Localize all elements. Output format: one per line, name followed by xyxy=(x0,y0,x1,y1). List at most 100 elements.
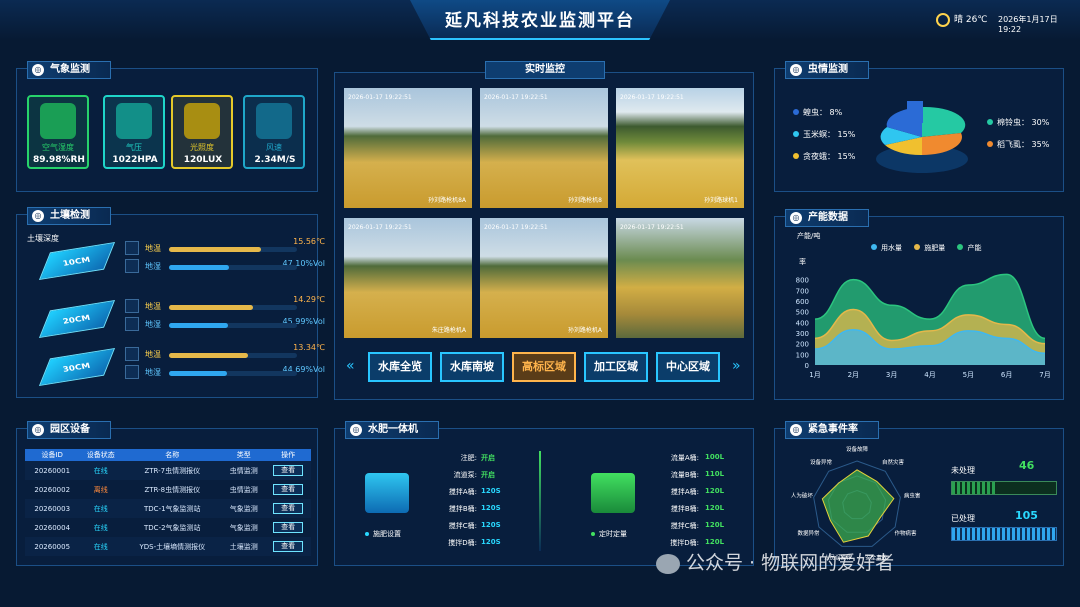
legend-item-yield: 产能 xyxy=(957,244,981,252)
col-name: 名称 xyxy=(122,449,223,461)
camera-4[interactable]: 2026-01-17 19:22:51 朱庄路枪机A xyxy=(344,218,472,338)
view-button[interactable]: 查看 xyxy=(273,503,304,514)
cell-status: 在线 xyxy=(93,542,108,551)
depth-30cm[interactable]: 30CM xyxy=(38,348,116,386)
flow-label: 搅拌D桶: xyxy=(670,539,699,547)
wind-card[interactable]: 风速 2.34M/S xyxy=(243,95,305,169)
cell-op: 查看 xyxy=(265,518,311,537)
flow-label: 搅拌A桶: xyxy=(670,488,699,496)
y-tick-label: 600 xyxy=(796,298,809,306)
pressure-value: 1022HPA xyxy=(112,155,158,165)
droplet-icon xyxy=(125,365,139,379)
control-label: 流道泵: xyxy=(453,471,477,479)
event-panel: ◎ 紧急事件率 设备故障 自然灾害 病虫害 作物病害 安全事故 人员误操作 数据异常 人为破坏设… xyxy=(774,421,1064,566)
flow-label: 流量B桶: xyxy=(670,471,699,479)
cell-name: ZTR-7虫情测报仪 xyxy=(144,466,201,475)
control-label: 搅拌D桶: xyxy=(448,539,477,547)
fert-setting-label[interactable]: 施肥设置 xyxy=(365,529,401,539)
temp-label: 地温 xyxy=(145,244,161,253)
radar-area xyxy=(821,469,895,543)
col-id: 设备ID xyxy=(25,449,80,461)
table-row: 20260002 离线 ZTR-8虫情测报仪 虫情监测 查看 xyxy=(25,480,311,499)
control-value: 120S xyxy=(481,521,501,529)
pest-item: 蝗虫： 8% xyxy=(793,107,842,118)
weather-panel: ◎ 气象监测 空气湿度 89.98%RH 气压 1022HPA 光照度 120LU… xyxy=(16,61,318,192)
cell-name: TDC-1气象监测站 xyxy=(144,504,201,513)
y-tick-label: 200 xyxy=(796,341,809,349)
camera-2[interactable]: 2026-01-17 19:22:51 孙刘路枪机8 xyxy=(480,88,608,208)
control-value: 开启 xyxy=(481,471,495,479)
x-tick-label: 7月 xyxy=(1039,371,1050,379)
view-button[interactable]: 查看 xyxy=(273,541,304,552)
light-card[interactable]: 光照度 120LUX xyxy=(171,95,233,169)
device-panel-title: ◎ 园区设备 xyxy=(27,421,111,439)
temp-bar xyxy=(169,353,297,358)
pest-panel: ◎ 虫情监测 蝗虫： 8% 玉米螟： 15% 贪夜蛾： 15% 棉铃虫： 30% … xyxy=(774,61,1064,192)
cell-status: 在线 xyxy=(93,504,108,513)
pressure-label: 气压 xyxy=(126,143,142,152)
pressure-card[interactable]: 气压 1022HPA xyxy=(103,95,165,169)
x-tick-label: 3月 xyxy=(886,371,897,379)
y-tick-label: 0 xyxy=(805,362,809,370)
cell-name: YDS-土壤墒情测报仪 xyxy=(139,542,206,551)
depth-10cm[interactable]: 10CM xyxy=(38,242,116,280)
x-tick-label: 6月 xyxy=(1001,371,1012,379)
cell-id: 20260004 xyxy=(34,523,71,532)
wind-icon xyxy=(256,103,292,139)
fertilizer-machine-icon xyxy=(365,473,409,513)
view-button[interactable]: 查看 xyxy=(273,522,304,533)
y-tick-label: 300 xyxy=(796,330,809,338)
camera-1[interactable]: 2026-01-17 19:22:51 孙刘路枪机8A xyxy=(344,88,472,208)
camera-5[interactable]: 2026-01-17 19:22:51 孙刘路枪机A xyxy=(480,218,608,338)
flow-value: 120L xyxy=(705,521,725,529)
hum-label: 地湿 xyxy=(145,368,161,377)
panel-icon: ◎ xyxy=(350,424,362,436)
zone-button-high-standard[interactable]: 高标区域 xyxy=(512,352,576,382)
zone-button-reservoir[interactable]: 水库全览 xyxy=(368,352,432,382)
flow-value: 120L xyxy=(705,487,725,495)
zone-button-center[interactable]: 中心区域 xyxy=(656,352,720,382)
view-button[interactable]: 查看 xyxy=(273,484,304,495)
zone-button-south-slope[interactable]: 水库南坡 xyxy=(440,352,504,382)
wind-label: 风速 xyxy=(266,143,282,152)
production-legend: 用水量 施肥量 产能 xyxy=(871,243,981,253)
timer-machine-icon xyxy=(591,473,635,513)
hum-bar xyxy=(169,371,297,376)
soil-depth-label: 土壤深度 xyxy=(27,234,59,243)
flow-value: 110L xyxy=(705,470,725,478)
cell-type: 虫情监测 xyxy=(229,466,258,475)
sun-light-icon xyxy=(184,103,220,139)
wechat-icon xyxy=(656,553,680,574)
event-panel-title: ◎ 紧急事件率 xyxy=(785,421,879,439)
y-tick-label: 700 xyxy=(796,287,809,295)
hum-label: 地湿 xyxy=(145,262,161,271)
col-op: 操作 xyxy=(265,449,311,461)
x-tick-label: 1月 xyxy=(809,371,820,379)
soil-panel-title: ◎ 土壤检测 xyxy=(27,207,111,225)
timing-label[interactable]: 定时定量 xyxy=(591,529,627,539)
control-value: 开启 xyxy=(481,454,495,462)
pest-item: 贪夜蛾： 15% xyxy=(793,151,855,162)
control-value: 120S xyxy=(481,538,501,546)
control-label: 搅拌B桶: xyxy=(448,505,477,513)
panel-icon: ◎ xyxy=(32,210,44,222)
radar-label: 设备故障 xyxy=(846,445,869,453)
humidity-card[interactable]: 空气湿度 89.98%RH xyxy=(27,95,89,169)
cell-status: 在线 xyxy=(93,466,108,475)
wind-value: 2.34M/S xyxy=(254,155,296,165)
camera-3[interactable]: 2026-01-17 19:22:51 孙刘路球机1 xyxy=(616,88,744,208)
control-label: 搅拌A桶: xyxy=(448,488,477,496)
production-unit: 产能/吨 xyxy=(797,232,821,240)
thermometer-icon xyxy=(125,241,139,255)
cell-id: 20260003 xyxy=(34,504,71,513)
zone-button-processing[interactable]: 加工区域 xyxy=(584,352,648,382)
light-value: 120LUX xyxy=(183,155,223,165)
camera-6[interactable]: 2026-01-17 19:22:51 xyxy=(616,218,744,338)
view-button[interactable]: 查看 xyxy=(273,465,304,476)
radar-label: 作物病害 xyxy=(894,529,917,537)
chevron-right-icon[interactable]: » xyxy=(732,358,741,374)
chevron-left-icon[interactable]: « xyxy=(346,358,355,374)
pest-item: 棉铃虫： 30% xyxy=(987,117,1049,128)
depth-20cm[interactable]: 20CM xyxy=(38,300,116,338)
droplet-icon xyxy=(125,317,139,331)
